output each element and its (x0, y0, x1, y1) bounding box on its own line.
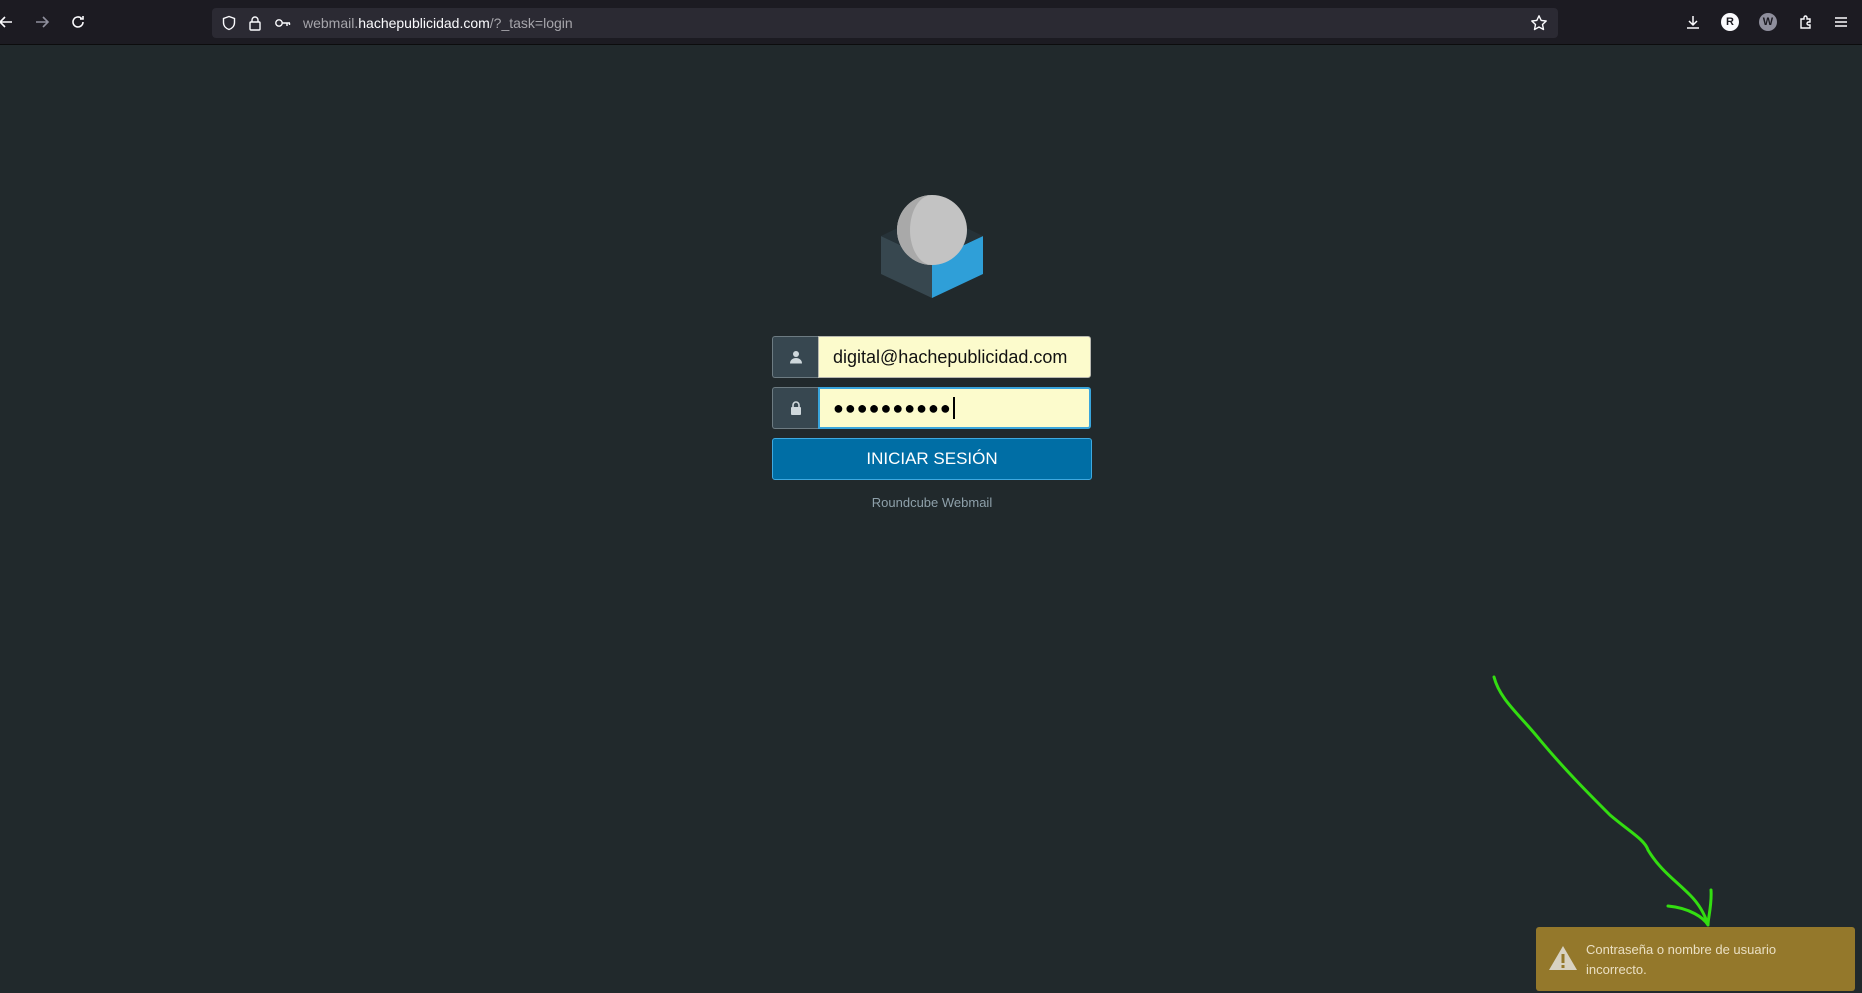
reload-button[interactable] (66, 10, 90, 34)
text-caret (952, 397, 955, 419)
r-avatar-icon: R (1721, 13, 1739, 31)
lock-icon (772, 387, 818, 429)
w-extension-button[interactable]: W (1757, 11, 1779, 33)
arrow-right-icon (36, 16, 50, 28)
w-extension-icon: W (1759, 13, 1777, 31)
downloads-button[interactable] (1682, 11, 1704, 33)
reload-icon (72, 16, 84, 28)
back-button[interactable] (0, 10, 18, 34)
roundcube-logo (881, 195, 983, 298)
download-icon (1687, 16, 1699, 29)
username-input[interactable] (818, 336, 1091, 378)
notification-message: Contraseña o nombre de usuario incorrect… (1586, 942, 1777, 977)
extensions-button[interactable] (1795, 11, 1817, 33)
browser-toolbar: webmail.hachepublicidad.com/?_task=login… (0, 0, 1862, 45)
username-field-group (772, 336, 1091, 378)
hamburger-menu-icon (1835, 17, 1847, 27)
url-text[interactable]: webmail.hachepublicidad.com/?_task=login (303, 15, 573, 31)
error-notification[interactable]: Contraseña o nombre de usuario incorrect… (1536, 927, 1855, 991)
url-path: /?_task=login (489, 15, 573, 31)
warning-icon (1549, 946, 1577, 970)
login-submit-button[interactable]: INICIAR SESIÓN (772, 438, 1092, 480)
password-masked-value: ●●●●●●●●●● (833, 397, 952, 418)
menu-button[interactable] (1830, 11, 1852, 33)
key-icon[interactable] (274, 14, 292, 32)
bookmark-star-icon[interactable] (1530, 14, 1548, 32)
lock-icon[interactable] (246, 14, 264, 32)
arrow-left-icon (0, 16, 12, 28)
product-name: Roundcube Webmail (871, 495, 993, 510)
puzzle-icon (1800, 15, 1811, 29)
forward-button[interactable] (30, 10, 54, 34)
user-icon (772, 336, 818, 378)
url-prefix: webmail. (303, 15, 359, 31)
password-input[interactable]: ●●●●●●●●●● (818, 387, 1091, 429)
profile-extension-button[interactable]: R (1719, 11, 1741, 33)
url-bar[interactable]: webmail.hachepublicidad.com/?_task=login (212, 8, 1558, 38)
password-field-group: ●●●●●●●●●● (772, 387, 1091, 429)
url-domain: hachepublicidad.com (358, 15, 490, 31)
shield-icon[interactable] (220, 14, 238, 32)
